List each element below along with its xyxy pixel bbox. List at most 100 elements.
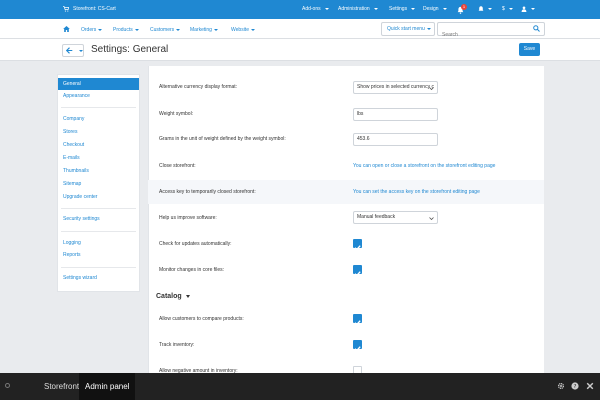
catalog-section-title: Catalog [156,293,182,300]
setting-row-compare: Allow customers to compare products: [148,307,544,331]
settings-sidebar: General Appearance Company Stores Checko… [57,74,140,292]
close-storefront-label: Close storefront: [159,163,196,169]
sidebar-item-thumbnails[interactable]: Thumbnails [58,165,139,177]
sidebar-item-appearance[interactable]: Appearance [58,90,139,102]
monitor-changes-checkbox[interactable] [353,265,362,277]
chevron-down-icon [488,8,492,10]
chevron-down-icon [411,8,416,10]
grams-input[interactable]: 453.6 [353,133,438,146]
chevron-down-icon [429,217,434,221]
weight-symbol-label: Weight symbol: [159,111,194,117]
menu-design[interactable]: Design [423,6,447,12]
help-menu[interactable] [478,6,492,12]
logo-circle-icon [5,383,10,388]
alt-currency-label: Alternative currency display format: [159,84,238,90]
chevron-down-icon [373,8,378,10]
nav-orders-label: Orders [81,27,97,33]
sidebar-divider [61,107,136,108]
close-icon[interactable] [586,382,594,390]
menu-settings[interactable]: Settings [389,6,416,12]
help-improve-select[interactable]: Manual feedback [353,211,438,224]
sidebar-item-security-settings[interactable]: Security settings [58,213,139,225]
menu-administration-label: Administration [338,6,370,12]
nav-marketing[interactable]: Marketing [190,27,218,33]
nav-customers[interactable]: Customers [150,27,181,33]
monitor-changes-label: Monitor changes in core files: [159,267,225,273]
alt-currency-value: Show prices in selected currency c [357,84,434,90]
sidebar-item-company[interactable]: Company [58,113,139,125]
setting-row-access-key: Access key to temporarily closed storefr… [148,180,544,204]
chevron-down-icon [426,28,431,30]
setting-row-monitor-changes: Monitor changes in core files: [148,258,544,282]
back-button[interactable] [62,44,84,57]
sidebar-item-reports[interactable]: Reports [58,249,139,261]
user-icon [521,6,527,12]
menu-administration[interactable]: Administration [338,6,378,12]
chevron-down-icon [250,29,255,31]
gear-icon[interactable] [557,382,565,390]
chevron-down-icon [79,50,83,52]
check-updates-checkbox[interactable] [353,239,362,251]
chevron-down-icon [98,29,103,31]
sidebar-item-upgrade-center[interactable]: Upgrade center [58,191,139,203]
access-key-link[interactable]: You can set the access key on the storef… [353,180,480,204]
logo [5,383,10,388]
checkmark-icon [354,271,361,277]
page-header [0,39,600,61]
compare-checkbox[interactable] [353,314,362,326]
weight-symbol-input[interactable]: lbs [353,108,438,121]
bell-alt-icon [478,6,484,11]
setting-row-alt-currency: Alternative currency display format: Sho… [148,75,544,99]
nav-orders[interactable]: Orders [81,27,103,33]
top-bar: Storefront: CS-Cart Add-ons Administrati… [0,0,600,19]
sidebar-item-logging[interactable]: Logging [58,237,139,249]
user-menu[interactable] [521,6,535,12]
chevron-down-icon [508,8,513,10]
nav-website[interactable]: Website [231,27,255,33]
sidebar-item-stores[interactable]: Stores [58,126,139,138]
sidebar-item-emails[interactable]: E-mails [58,152,139,164]
sidebar-item-sitemap[interactable]: Sitemap [58,178,139,190]
storefront-tab[interactable]: Storefront [39,373,84,400]
menu-addons[interactable]: Add-ons [302,6,329,12]
chevron-down-icon [134,29,139,31]
chevron-down-icon [185,295,190,298]
close-storefront-link[interactable]: You can open or close a storefront on th… [353,154,495,178]
quick-start-menu-button[interactable]: Quick start menu [381,22,435,36]
menu-design-label: Design [423,6,439,12]
checkmark-icon [354,245,361,251]
track-inventory-checkbox[interactable] [353,340,362,352]
setting-row-grams: Grams in the unit of weight defined by t… [148,127,544,151]
bottom-bar: Storefront Admin panel ? [0,373,600,400]
chevron-down-icon [442,8,447,10]
help-icon[interactable]: ? [571,382,579,390]
currency-menu[interactable]: $ [502,6,513,12]
storefront-link[interactable]: Storefront: CS-Cart [63,6,116,12]
sidebar-item-settings-wizard[interactable]: Settings wizard [58,272,139,284]
nav-website-label: Website [231,27,249,33]
setting-row-close-storefront: Close storefront: You can open or close … [148,154,544,178]
alt-currency-select[interactable]: Show prices in selected currency c [353,81,438,94]
notification-badge: 1 [461,4,467,10]
grams-label: Grams in the unit of weight defined by t… [159,136,286,142]
cart-icon [63,6,69,12]
catalog-section-toggle[interactable]: Catalog [156,293,190,300]
arrow-left-icon [66,47,73,54]
help-improve-label: Help us improve software: [159,215,217,221]
setting-row-help-improve: Help us improve software: Manual feedbac… [148,206,544,230]
save-button[interactable]: Save [519,43,540,56]
help-improve-value: Manual feedback [357,214,396,220]
access-key-label: Access key to temporarily closed storefr… [159,189,256,195]
sidebar-divider [61,231,136,232]
setting-row-check-updates: Check for updates automatically: [148,232,544,256]
search-icon[interactable] [533,25,540,32]
notifications-button[interactable]: 1 [457,4,467,14]
quick-start-label: Quick start menu [387,26,425,32]
home-button[interactable] [63,26,70,32]
svg-text:?: ? [574,384,577,390]
sidebar-item-checkout[interactable]: Checkout [58,139,139,151]
nav-products[interactable]: Products [113,27,139,33]
nav-customers-label: Customers [150,27,175,33]
sidebar-item-general[interactable]: General [58,78,139,90]
admin-panel-tab[interactable]: Admin panel [79,373,136,400]
